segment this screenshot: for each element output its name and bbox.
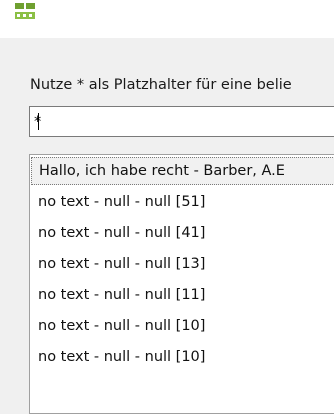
list-item[interactable]: no text - null - null [41]: [31, 219, 334, 247]
list-item[interactable]: no text - null - null [13]: [31, 250, 334, 278]
search-input[interactable]: [29, 106, 334, 137]
list-item[interactable]: no text - null - null [51]: [31, 188, 334, 216]
window-titlebar: [0, 0, 334, 38]
search-hint-label: Nutze * als Platzhalter für eine belie: [30, 77, 292, 93]
application-logo-icon: [14, 2, 36, 20]
list-item[interactable]: no text - null - null [10]: [31, 312, 334, 340]
list-item[interactable]: Hallo, ich habe recht - Barber, A.E: [31, 157, 334, 185]
dialog-content: Nutze * als Platzhalter für eine belie H…: [0, 38, 334, 414]
results-list[interactable]: Hallo, ich habe recht - Barber, A.E no t…: [29, 154, 334, 414]
list-item[interactable]: no text - null - null [11]: [31, 281, 334, 309]
text-caret: [38, 113, 39, 130]
list-item[interactable]: no text - null - null [10]: [31, 343, 334, 371]
